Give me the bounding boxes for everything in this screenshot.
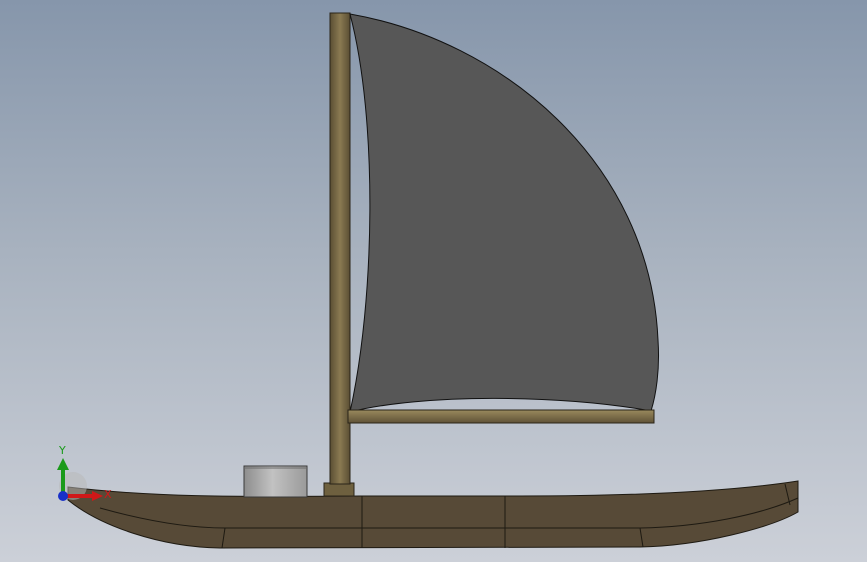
y-axis-arrow-icon	[57, 458, 69, 470]
mast-step[interactable]	[323, 482, 355, 497]
x-axis-label: X	[104, 488, 112, 501]
boom[interactable]	[347, 409, 655, 424]
z-axis-icon	[58, 491, 68, 501]
hull[interactable]	[67, 480, 799, 549]
x-axis-arrow-icon	[92, 491, 103, 501]
y-axis-label: Y	[58, 444, 66, 457]
mast[interactable]	[329, 12, 351, 485]
cabin-cylinder[interactable]	[243, 465, 308, 498]
sail[interactable]	[349, 13, 659, 413]
3d-viewport[interactable]: Y X	[0, 0, 867, 562]
axis-triad: Y X	[57, 444, 112, 501]
sailboat-model[interactable]	[0, 0, 867, 562]
